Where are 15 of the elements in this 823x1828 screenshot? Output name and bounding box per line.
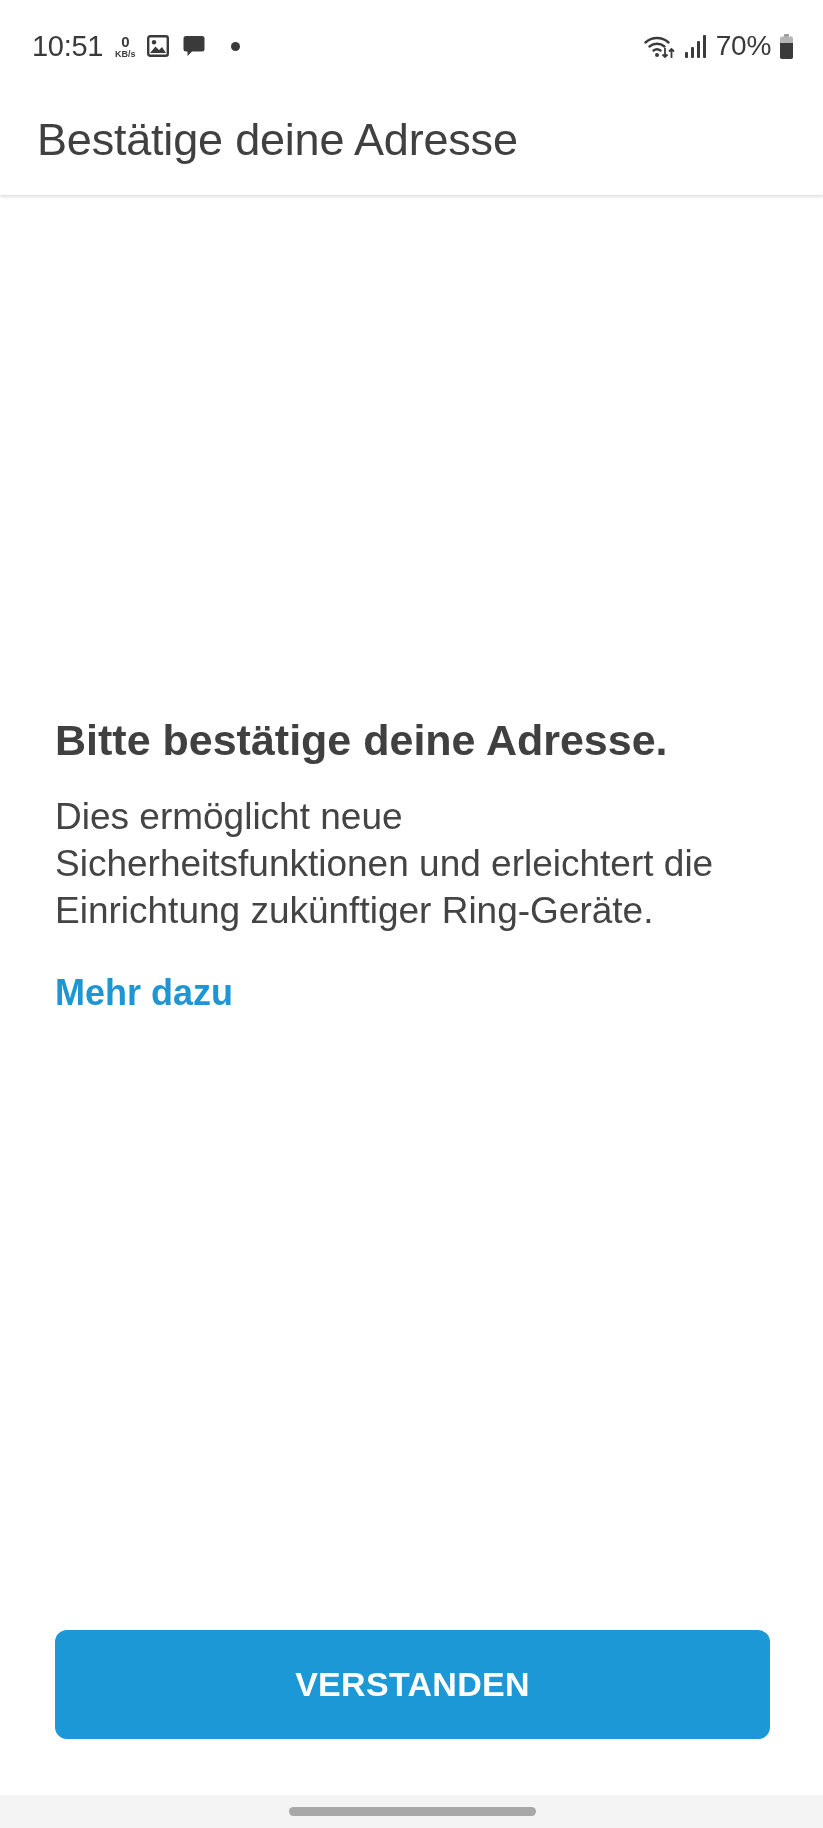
battery-percentage: 70%: [715, 30, 771, 62]
screen-title: Bestätige deine Adresse: [37, 113, 518, 166]
network-speed-value: 0: [121, 35, 130, 49]
battery-icon: [780, 33, 793, 59]
network-speed-unit: KB/s: [115, 49, 136, 59]
signal-icon: [684, 34, 707, 58]
learn-more-link[interactable]: Mehr dazu: [55, 971, 233, 1015]
description-text: Dies ermöglicht neue Sicherheitsfunktionen und erleichtert die Einrichtung zukünftiger Ring-Geräte.: [55, 795, 715, 933]
clock-time: 10:51: [32, 29, 104, 63]
message-icon: [182, 35, 205, 57]
home-handle[interactable]: [289, 1807, 536, 1816]
heading: Bitte bestätige deine Adresse.: [55, 715, 669, 765]
image-icon: [146, 35, 169, 57]
confirm-button[interactable]: VERSTANDEN: [55, 1630, 770, 1739]
dot-icon: [230, 41, 240, 51]
